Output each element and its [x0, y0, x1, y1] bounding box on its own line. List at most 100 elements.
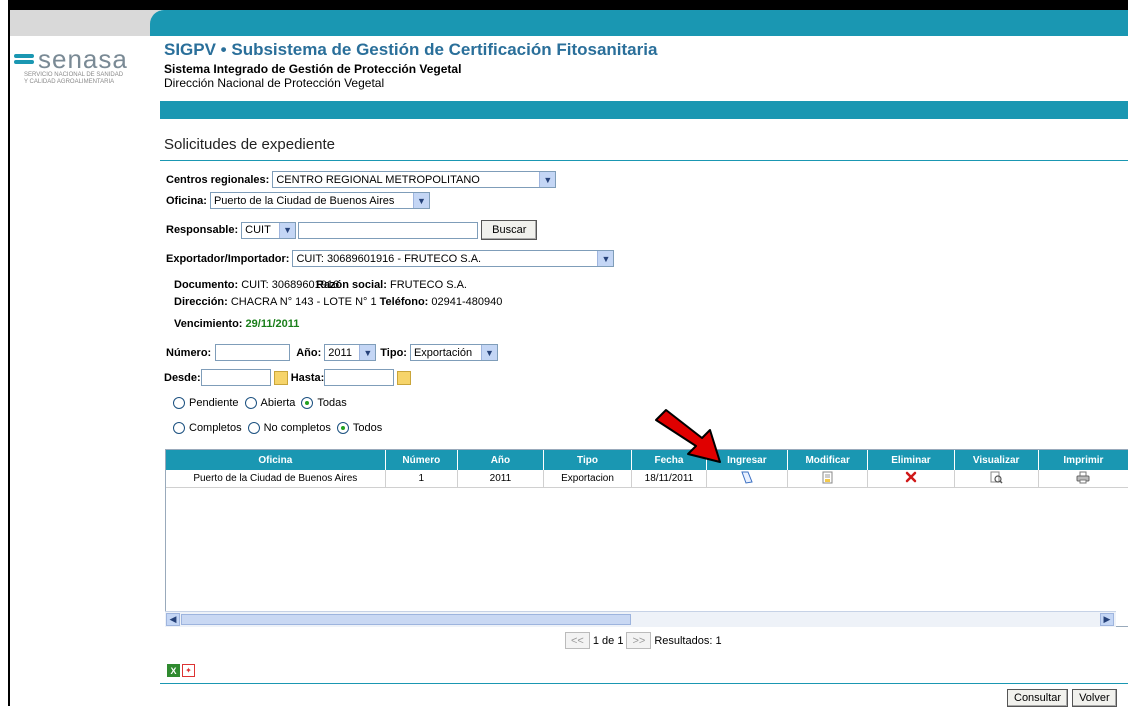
radio-todas[interactable]: [301, 397, 314, 409]
scrollbar-thumb[interactable]: [181, 614, 631, 625]
direccion-value: CHACRA N° 143 - LOTE N° 1: [230, 296, 377, 308]
chevron-down-icon: ▼: [539, 172, 556, 187]
col-eliminar: Eliminar: [867, 450, 955, 470]
table-row[interactable]: Puerto de la Ciudad de Buenos Aires 1 20…: [166, 470, 1128, 488]
hasta-input[interactable]: [324, 369, 395, 386]
radio-abierta[interactable]: [244, 397, 257, 409]
cell-fecha: 18/11/2011: [631, 470, 707, 488]
cell-ingresar: [706, 470, 788, 488]
page-indicator: 1 de 1: [592, 634, 624, 647]
chevron-down-icon: ▼: [597, 251, 614, 266]
col-modificar: Modificar: [787, 450, 869, 470]
cell-visualizar: [954, 470, 1039, 488]
documento-label: Documento:: [174, 279, 239, 291]
radio-pendiente-label: Pendiente: [189, 397, 239, 409]
logo-name: senasa: [38, 44, 128, 74]
next-page-button[interactable]: >>: [626, 632, 652, 649]
window-top-border: [0, 0, 1128, 10]
page-title: Solicitudes de expediente: [164, 136, 335, 153]
col-visualizar: Visualizar: [954, 450, 1039, 470]
vencimiento-value: 29/11/2011: [245, 318, 300, 330]
radio-completos[interactable]: [173, 422, 185, 434]
cell-tipo: Exportacion: [543, 470, 633, 488]
top-banner-left: [10, 10, 160, 36]
cell-numero: 1: [385, 470, 459, 488]
excel-export-icon[interactable]: X: [167, 664, 180, 677]
cell-imprimir: [1038, 470, 1128, 488]
responsable-type-select[interactable]: CUIT ▼: [241, 221, 297, 239]
red-arrow-annotation: [655, 409, 721, 463]
pdf-export-icon[interactable]: ✦: [182, 664, 195, 677]
delete-icon[interactable]: [905, 471, 917, 483]
title-divider: [160, 160, 1128, 161]
anio-select-value: 2011: [328, 346, 352, 359]
numero-input[interactable]: [215, 344, 291, 361]
desde-label: Desde:: [164, 371, 201, 384]
chevron-down-icon: ▼: [480, 345, 497, 360]
chevron-down-icon: ▼: [359, 345, 376, 360]
grid-header-row: Oficina Número Año Tipo Fecha Ingresar M…: [166, 450, 1128, 470]
app-title: SIGPV • Subsistema de Gestión de Certifi…: [164, 40, 658, 59]
centros-select-value: CENTRO REGIONAL METROPOLITANO: [276, 173, 480, 186]
vencimiento-info: Vencimiento: 29/11/2011: [174, 318, 299, 330]
responsable-input[interactable]: [298, 221, 479, 239]
anio-select[interactable]: 2011 ▼: [324, 344, 377, 361]
logo-subtitle-line1: SERVICIO NACIONAL DE SANIDAD: [24, 72, 124, 78]
consultar-button[interactable]: Consultar: [1007, 689, 1069, 707]
cell-oficina: Puerto de la Ciudad de Buenos Aires: [166, 470, 386, 488]
cell-anio: 2011: [457, 470, 544, 488]
calendar-icon[interactable]: [273, 370, 288, 385]
edit-icon[interactable]: [821, 471, 834, 484]
window-left-border: [0, 0, 10, 706]
centros-select[interactable]: CENTRO REGIONAL METROPOLITANO ▼: [272, 171, 557, 188]
pagination: << 1 de 1 >> Resultados: 1: [565, 632, 722, 649]
razon-label: Razón social:: [316, 279, 387, 291]
col-oficina[interactable]: Oficina: [166, 450, 386, 470]
footer-divider: [160, 683, 1128, 684]
volver-button[interactable]: Volver: [1072, 689, 1117, 707]
razon-value: FRUTECO S.A.: [389, 279, 467, 291]
col-numero[interactable]: Número: [385, 450, 459, 470]
razon-info: Razón social: FRUTECO S.A.: [316, 279, 467, 291]
cell-eliminar: [867, 470, 955, 488]
oficina-label: Oficina:: [166, 194, 207, 207]
hasta-label: Hasta:: [290, 371, 325, 384]
radio-todos[interactable]: [336, 422, 349, 434]
estado-radio-group: Pendiente Abierta Todas: [173, 397, 347, 409]
exportador-select-value: CUIT: 30689601916 - FRUTECO S.A.: [296, 252, 482, 265]
tipo-select[interactable]: Exportación ▼: [409, 344, 498, 361]
telefono-label: Teléfono:: [379, 296, 429, 308]
col-tipo[interactable]: Tipo: [543, 450, 633, 470]
grid-horizontal-scrollbar[interactable]: ◀ ▶: [165, 611, 1116, 627]
prev-page-button[interactable]: <<: [565, 632, 590, 649]
radio-completos-label: Completos: [189, 422, 242, 434]
documento-info: Documento: CUIT: 30689601916: [174, 279, 339, 291]
calendar-icon[interactable]: [397, 370, 412, 385]
chevron-down-icon: ▼: [412, 193, 429, 208]
results-grid: Oficina Número Año Tipo Fecha Ingresar M…: [165, 449, 1128, 627]
responsable-type-value: CUIT: [245, 224, 271, 236]
scroll-right-icon[interactable]: ▶: [1100, 613, 1114, 626]
exportador-label: Exportador/Importador:: [166, 252, 290, 265]
radio-todos-label: Todos: [352, 422, 383, 434]
logo-subtitle: SERVICIO NACIONAL DE SANIDAD Y CALIDAD A…: [24, 72, 164, 86]
app-department: Dirección Nacional de Protección Vegetal: [164, 76, 385, 90]
logo-mark-icon: [14, 54, 34, 66]
ingresar-icon[interactable]: [740, 471, 754, 484]
chevron-down-icon: ▼: [279, 222, 296, 238]
exportador-select[interactable]: CUIT: 30689601916 - FRUTECO S.A. ▼: [292, 250, 615, 267]
view-icon[interactable]: [990, 471, 1003, 484]
printer-icon[interactable]: [1076, 471, 1090, 484]
radio-pendiente[interactable]: [173, 397, 185, 409]
numero-label: Número:: [166, 346, 212, 359]
radio-abierta-label: Abierta: [260, 397, 296, 409]
desde-input[interactable]: [200, 369, 271, 386]
scroll-left-icon[interactable]: ◀: [166, 613, 180, 626]
centros-label: Centros regionales:: [166, 173, 270, 186]
tipo-select-value: Exportación: [413, 346, 473, 359]
col-anio[interactable]: Año: [457, 450, 544, 470]
oficina-select[interactable]: Puerto de la Ciudad de Buenos Aires ▼: [209, 192, 430, 209]
buscar-button[interactable]: Buscar: [481, 220, 538, 240]
radio-no-completos[interactable]: [247, 422, 260, 434]
anio-label: Año:: [296, 346, 322, 359]
